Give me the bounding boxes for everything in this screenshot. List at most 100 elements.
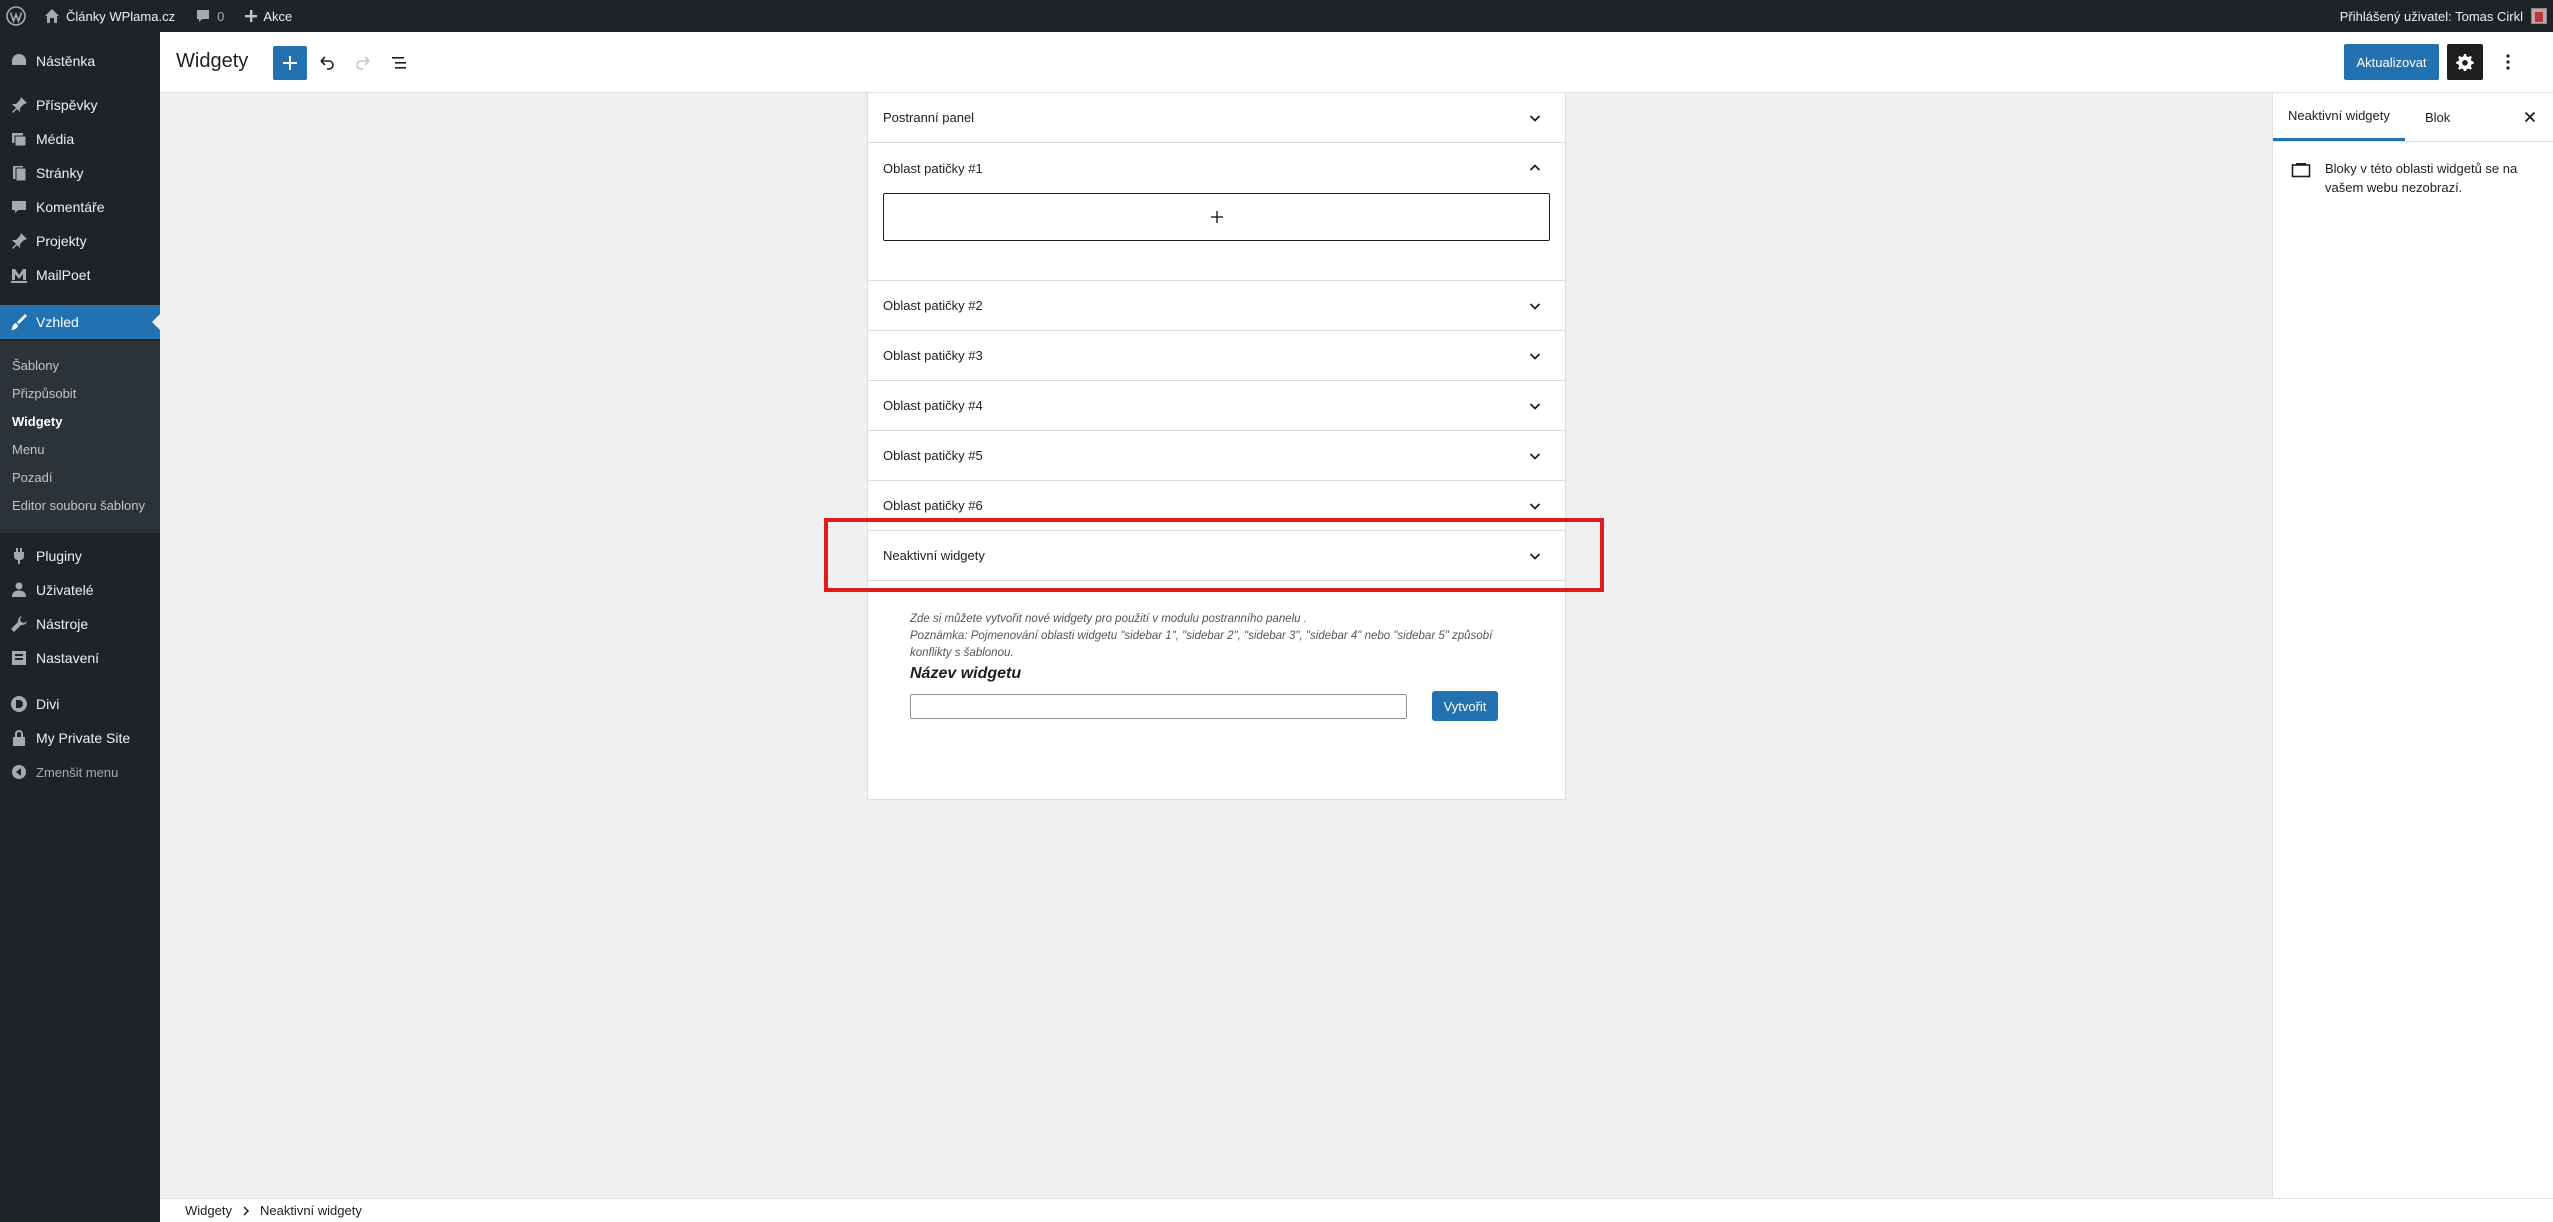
widget-area-sidebar[interactable]: Postranní panel xyxy=(868,93,1565,143)
block-appender-button[interactable] xyxy=(883,193,1550,241)
user-greeting[interactable]: Přihlášený uživatel: Tomas Cirkl xyxy=(2340,9,2523,24)
submenu-item-background[interactable]: Pozadí xyxy=(12,463,52,491)
widget-area-footer-6[interactable]: Oblast patičky #6 xyxy=(868,481,1565,531)
page-title: Widgety xyxy=(176,50,249,72)
submenu-item-widgets[interactable]: Widgety xyxy=(12,407,62,435)
sidebar-item-label: Nástěnka xyxy=(36,53,96,69)
plus-icon xyxy=(282,55,298,71)
sidebar-item-label: Zmenšit menu xyxy=(36,764,119,780)
sidebar-item-plugins[interactable]: Pluginy xyxy=(0,539,160,573)
sidebar-item-label: Stránky xyxy=(36,165,84,181)
collapse-icon xyxy=(9,762,29,782)
breadcrumb: Widgety Neaktivní widgety xyxy=(160,1198,2553,1222)
chevron-down-icon xyxy=(1529,553,1541,560)
list-view-button[interactable] xyxy=(382,46,416,80)
media-icon xyxy=(9,129,29,149)
sidebar-item-settings[interactable]: Nastavení xyxy=(0,641,160,675)
sidebar-item-label: MailPoet xyxy=(36,267,91,283)
widget-area-title: Postranní panel xyxy=(883,110,975,125)
comments-link[interactable]: 0 xyxy=(185,0,234,32)
widget-area-footer-1-body xyxy=(868,193,1565,281)
comments-count: 0 xyxy=(217,8,225,24)
sidebar-item-mailpoet[interactable]: MailPoet xyxy=(0,258,160,292)
sidebar-item-dashboard[interactable]: Nástěnka xyxy=(0,44,160,78)
submenu-item-theme-editor[interactable]: Editor souboru šablony xyxy=(12,491,145,519)
widget-area-footer-1[interactable]: Oblast patičky #1 xyxy=(868,143,1565,193)
widget-area-icon xyxy=(2291,159,2311,197)
sidebar-item-posts[interactable]: Příspěvky xyxy=(0,88,160,122)
create-button[interactable]: Vytvořit xyxy=(1432,691,1498,721)
widget-name-input[interactable] xyxy=(910,694,1407,719)
more-options-button[interactable] xyxy=(2493,44,2523,80)
sidebar-item-label: Příspěvky xyxy=(36,97,98,113)
site-name-link[interactable]: Články WPlama.cz xyxy=(34,0,185,32)
submenu-item-customize[interactable]: Přizpůsobit xyxy=(12,379,76,407)
form-description: Zde si můžete vytvořit nové widgety pro … xyxy=(910,611,1530,662)
settings-toggle-button[interactable] xyxy=(2447,44,2483,80)
widget-area-title: Oblast patičky #6 xyxy=(883,498,983,513)
redo-button[interactable] xyxy=(346,46,380,80)
widget-area-title: Oblast patičky #5 xyxy=(883,448,983,463)
widget-area-title: Oblast patičky #4 xyxy=(883,398,983,413)
avatar[interactable] xyxy=(2531,8,2547,24)
sidebar-item-label: Pluginy xyxy=(36,548,82,564)
collapse-menu-button[interactable]: Zmenšit menu xyxy=(0,755,160,789)
widget-area-footer-4[interactable]: Oblast patičky #4 xyxy=(868,381,1565,431)
sidebar-item-divi[interactable]: Divi xyxy=(0,687,160,721)
submenu-item-menus[interactable]: Menu xyxy=(12,435,45,463)
redo-icon xyxy=(354,54,372,72)
sidebar-item-appearance[interactable]: Vzhled xyxy=(0,305,160,339)
chevron-up-icon xyxy=(1529,164,1541,171)
sidebar-item-label: Média xyxy=(36,131,75,147)
widget-area-footer-5[interactable]: Oblast patičky #5 xyxy=(868,431,1565,481)
sidebar-item-comments[interactable]: Komentáře xyxy=(0,190,160,224)
settings-sidebar: Neaktivní widgety Blok Bloky v této obla… xyxy=(2272,93,2553,1198)
gear-icon xyxy=(2456,53,2474,71)
breadcrumb-item-widgets[interactable]: Widgety xyxy=(185,1203,232,1218)
undo-icon xyxy=(318,54,336,72)
users-icon xyxy=(9,580,29,600)
chevron-down-icon xyxy=(1529,453,1541,460)
sidebar-item-label: Projekty xyxy=(36,233,87,249)
tab-block[interactable]: Blok xyxy=(2425,93,2450,141)
update-button[interactable]: Aktualizovat xyxy=(2344,44,2439,80)
tab-widget-area[interactable]: Neaktivní widgety xyxy=(2273,93,2405,141)
widget-area-title: Oblast patičky #1 xyxy=(883,160,983,176)
wordpress-logo-icon[interactable] xyxy=(0,0,34,32)
widget-area-footer-2[interactable]: Oblast patičky #2 xyxy=(868,281,1565,331)
chevron-right-icon xyxy=(242,1205,250,1216)
undo-button[interactable] xyxy=(310,46,344,80)
widget-area-inactive[interactable]: Neaktivní widgety xyxy=(868,531,1565,581)
widget-area-footer-3[interactable]: Oblast patičky #3 xyxy=(868,331,1565,381)
editor-header: Widgety Aktualizovat xyxy=(160,32,2553,93)
widget-area-title: Neaktivní widgety xyxy=(883,548,985,563)
pin-icon xyxy=(9,95,29,115)
sidebar-item-label: Nastavení xyxy=(36,650,100,666)
sidebar-item-projects[interactable]: Projekty xyxy=(0,224,160,258)
tools-icon xyxy=(9,614,29,634)
sidebar-item-media[interactable]: Média xyxy=(0,122,160,156)
list-view-icon xyxy=(390,54,408,72)
close-sidebar-button[interactable] xyxy=(2521,108,2539,126)
brush-icon xyxy=(9,312,29,332)
description-note: Poznámka: Pojmenování oblasti widgetu "s… xyxy=(910,630,1493,659)
widget-area-description: Bloky v této oblasti widgetů se na vašem… xyxy=(2325,161,2518,195)
new-content-link[interactable]: Akce xyxy=(234,0,302,32)
add-block-button[interactable] xyxy=(273,46,307,80)
admin-sidebar: Nástěnka Příspěvky Média Stránky Komentá… xyxy=(0,32,160,1222)
submenu-item-themes[interactable]: Šablony xyxy=(12,351,59,379)
chevron-down-icon xyxy=(1529,115,1541,122)
divi-icon xyxy=(9,694,29,714)
sidebar-item-label: Komentáře xyxy=(36,199,105,215)
sidebar-item-pages[interactable]: Stránky xyxy=(0,156,160,190)
sidebar-item-users[interactable]: Uživatelé xyxy=(0,573,160,607)
sidebar-item-private-site[interactable]: My Private Site xyxy=(0,721,160,755)
dashboard-icon xyxy=(9,51,29,71)
sidebar-item-label: My Private Site xyxy=(36,730,131,746)
breadcrumb-item-inactive[interactable]: Neaktivní widgety xyxy=(260,1203,362,1218)
sidebar-item-tools[interactable]: Nástroje xyxy=(0,607,160,641)
widget-area-info: Bloky v této oblasti widgetů se na vašem… xyxy=(2291,159,2535,197)
widget-name-heading: Název widgetu xyxy=(910,665,1022,682)
widget-area-title: Oblast patičky #3 xyxy=(883,348,983,363)
comment-icon xyxy=(195,8,211,24)
